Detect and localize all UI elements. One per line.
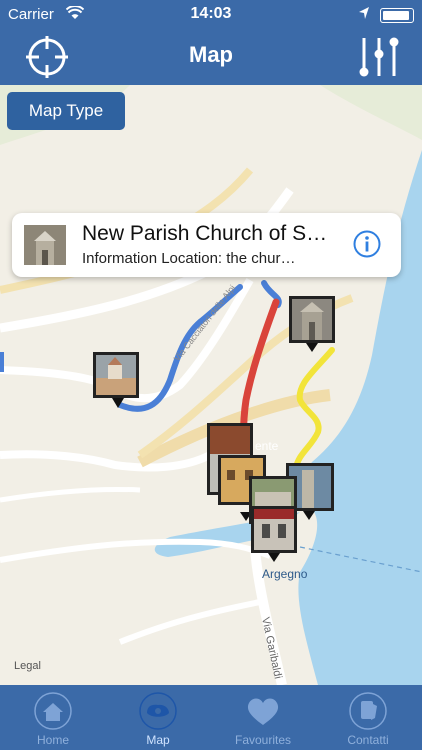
- location-callout[interactable]: New Parish Church of S… Information Loca…: [12, 213, 401, 277]
- heart-icon: [247, 698, 279, 725]
- nav-bar: Map: [0, 28, 422, 85]
- tab-map[interactable]: Map: [116, 685, 200, 750]
- label-ente: ente: [255, 439, 279, 453]
- battery-icon: [380, 8, 414, 23]
- callout-title: New Parish Church of S…: [82, 222, 328, 245]
- map-view[interactable]: Argegno Via Garibaldi Via Cacciatori del…: [0, 85, 422, 685]
- map-icon: [139, 692, 177, 730]
- callout-subtitle: Information Location: the chur…: [82, 250, 296, 267]
- tab-home-label: Home: [36, 733, 69, 747]
- location-arrow-icon: [359, 7, 369, 19]
- tab-favourites-label: Favourites: [234, 733, 292, 747]
- tab-map-label: Map: [146, 733, 170, 747]
- info-icon[interactable]: [353, 230, 381, 258]
- tab-contatti-label: Contatti: [347, 733, 389, 747]
- status-bar: Carrier 14:03: [0, 0, 422, 28]
- tab-home[interactable]: Home: [11, 685, 95, 750]
- sliders-icon[interactable]: [356, 34, 402, 80]
- map-type-button[interactable]: Map Type: [7, 92, 125, 130]
- label-argegno: Argegno: [262, 567, 308, 581]
- tab-contatti[interactable]: Contatti: [326, 685, 410, 750]
- tab-favourites[interactable]: Favourites: [221, 685, 305, 750]
- home-icon: [34, 692, 72, 730]
- tab-bar: Home Map Favourites Contatti: [0, 685, 422, 750]
- callout-thumbnail: [24, 225, 66, 265]
- phone-icon: [349, 692, 387, 730]
- legal-link[interactable]: Legal: [14, 660, 41, 672]
- map-pin-edge: [0, 352, 4, 372]
- map-canvas[interactable]: Argegno Via Garibaldi Via Cacciatori del…: [0, 85, 422, 685]
